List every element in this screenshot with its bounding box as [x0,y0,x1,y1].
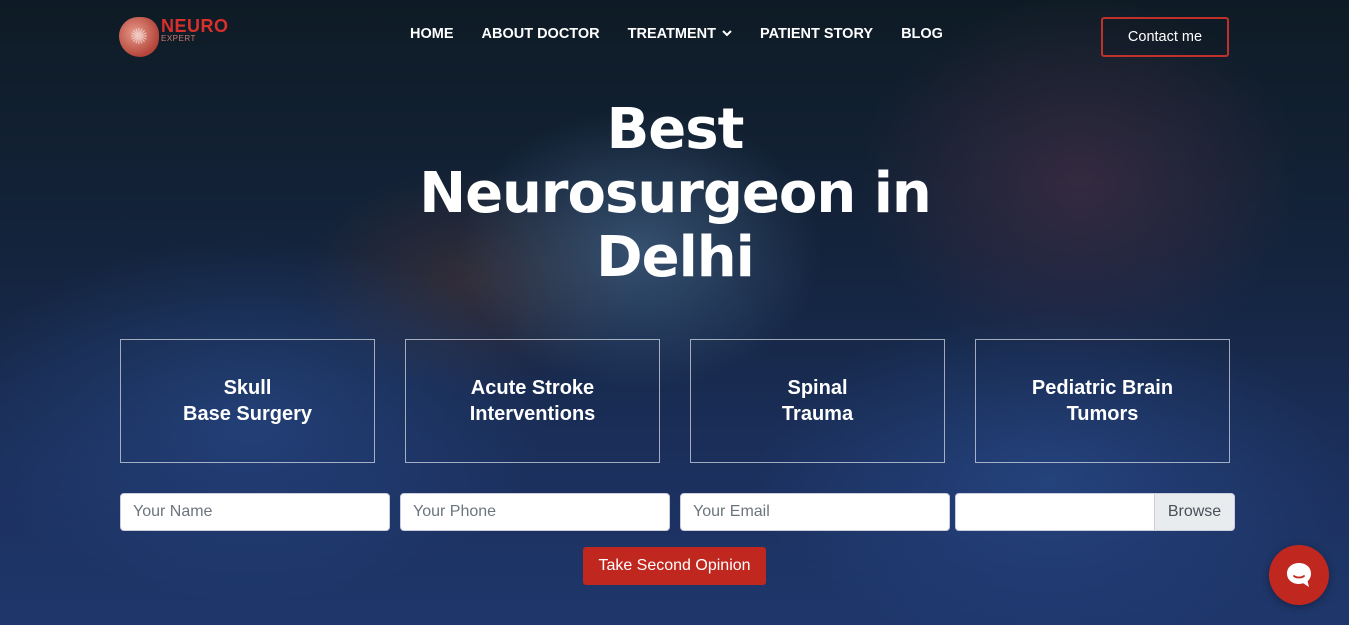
hero-title: Best Neurosurgeon in Delhi [419,97,932,290]
nav-item-label: TREATMENT [627,26,716,42]
nav-item-treatment[interactable]: TREATMENT [628,26,732,42]
submit-button[interactable]: Take Second Opinion [583,547,766,585]
second-opinion-form: Browse [120,493,1235,531]
phone-input[interactable] [400,493,670,531]
site-header: ✺ NEURO EXPERT HOME ABOUT DOCTOR TREATME… [0,0,1349,75]
nav-item-patient-story[interactable]: PATIENT STORY [760,26,873,42]
nav-item-blog[interactable]: BLOG [901,26,943,42]
file-upload: Browse [955,493,1235,531]
main-nav: HOME ABOUT DOCTOR TREATMENT PATIENT STOR… [410,26,971,42]
service-card-pediatric-brain-tumors[interactable]: Pediatric Brain Tumors [975,339,1230,463]
nav-item-label: PATIENT STORY [760,26,874,42]
site-logo[interactable]: ✺ NEURO EXPERT [119,17,229,57]
contact-button[interactable]: Contact me [1101,17,1229,57]
logo-text: NEURO EXPERT [161,17,229,43]
email-input[interactable] [680,493,950,531]
service-card-label: Spinal Trauma [781,377,854,425]
chat-bubble-icon[interactable] [1269,545,1329,605]
nav-item-label: BLOG [901,26,943,42]
logo-subtitle: EXPERT [161,34,196,43]
service-card-label: Pediatric Brain Tumors [1031,377,1174,425]
nav-item-label: ABOUT DOCTOR [481,26,600,42]
brain-icon: ✺ [119,17,159,57]
service-card-skull-base-surgery[interactable]: Skull Base Surgery [120,339,375,463]
nav-item-home[interactable]: HOME [410,26,454,42]
name-input[interactable] [120,493,390,531]
file-input[interactable] [955,493,1154,531]
nav-item-label: HOME [410,26,454,42]
service-card-spinal-trauma[interactable]: Spinal Trauma [690,339,945,463]
logo-title: NEURO [161,16,229,36]
services-list: Skull Base Surgery Acute Stroke Interven… [120,339,1230,463]
service-card-label: Skull Base Surgery [183,377,312,425]
chevron-down-icon [722,28,732,40]
nav-item-about-doctor[interactable]: ABOUT DOCTOR [482,26,600,42]
browse-button[interactable]: Browse [1154,493,1235,531]
hero-overlay [0,0,1349,625]
service-card-acute-stroke[interactable]: Acute Stroke Interventions [405,339,660,463]
service-card-label: Acute Stroke Interventions [469,377,596,425]
